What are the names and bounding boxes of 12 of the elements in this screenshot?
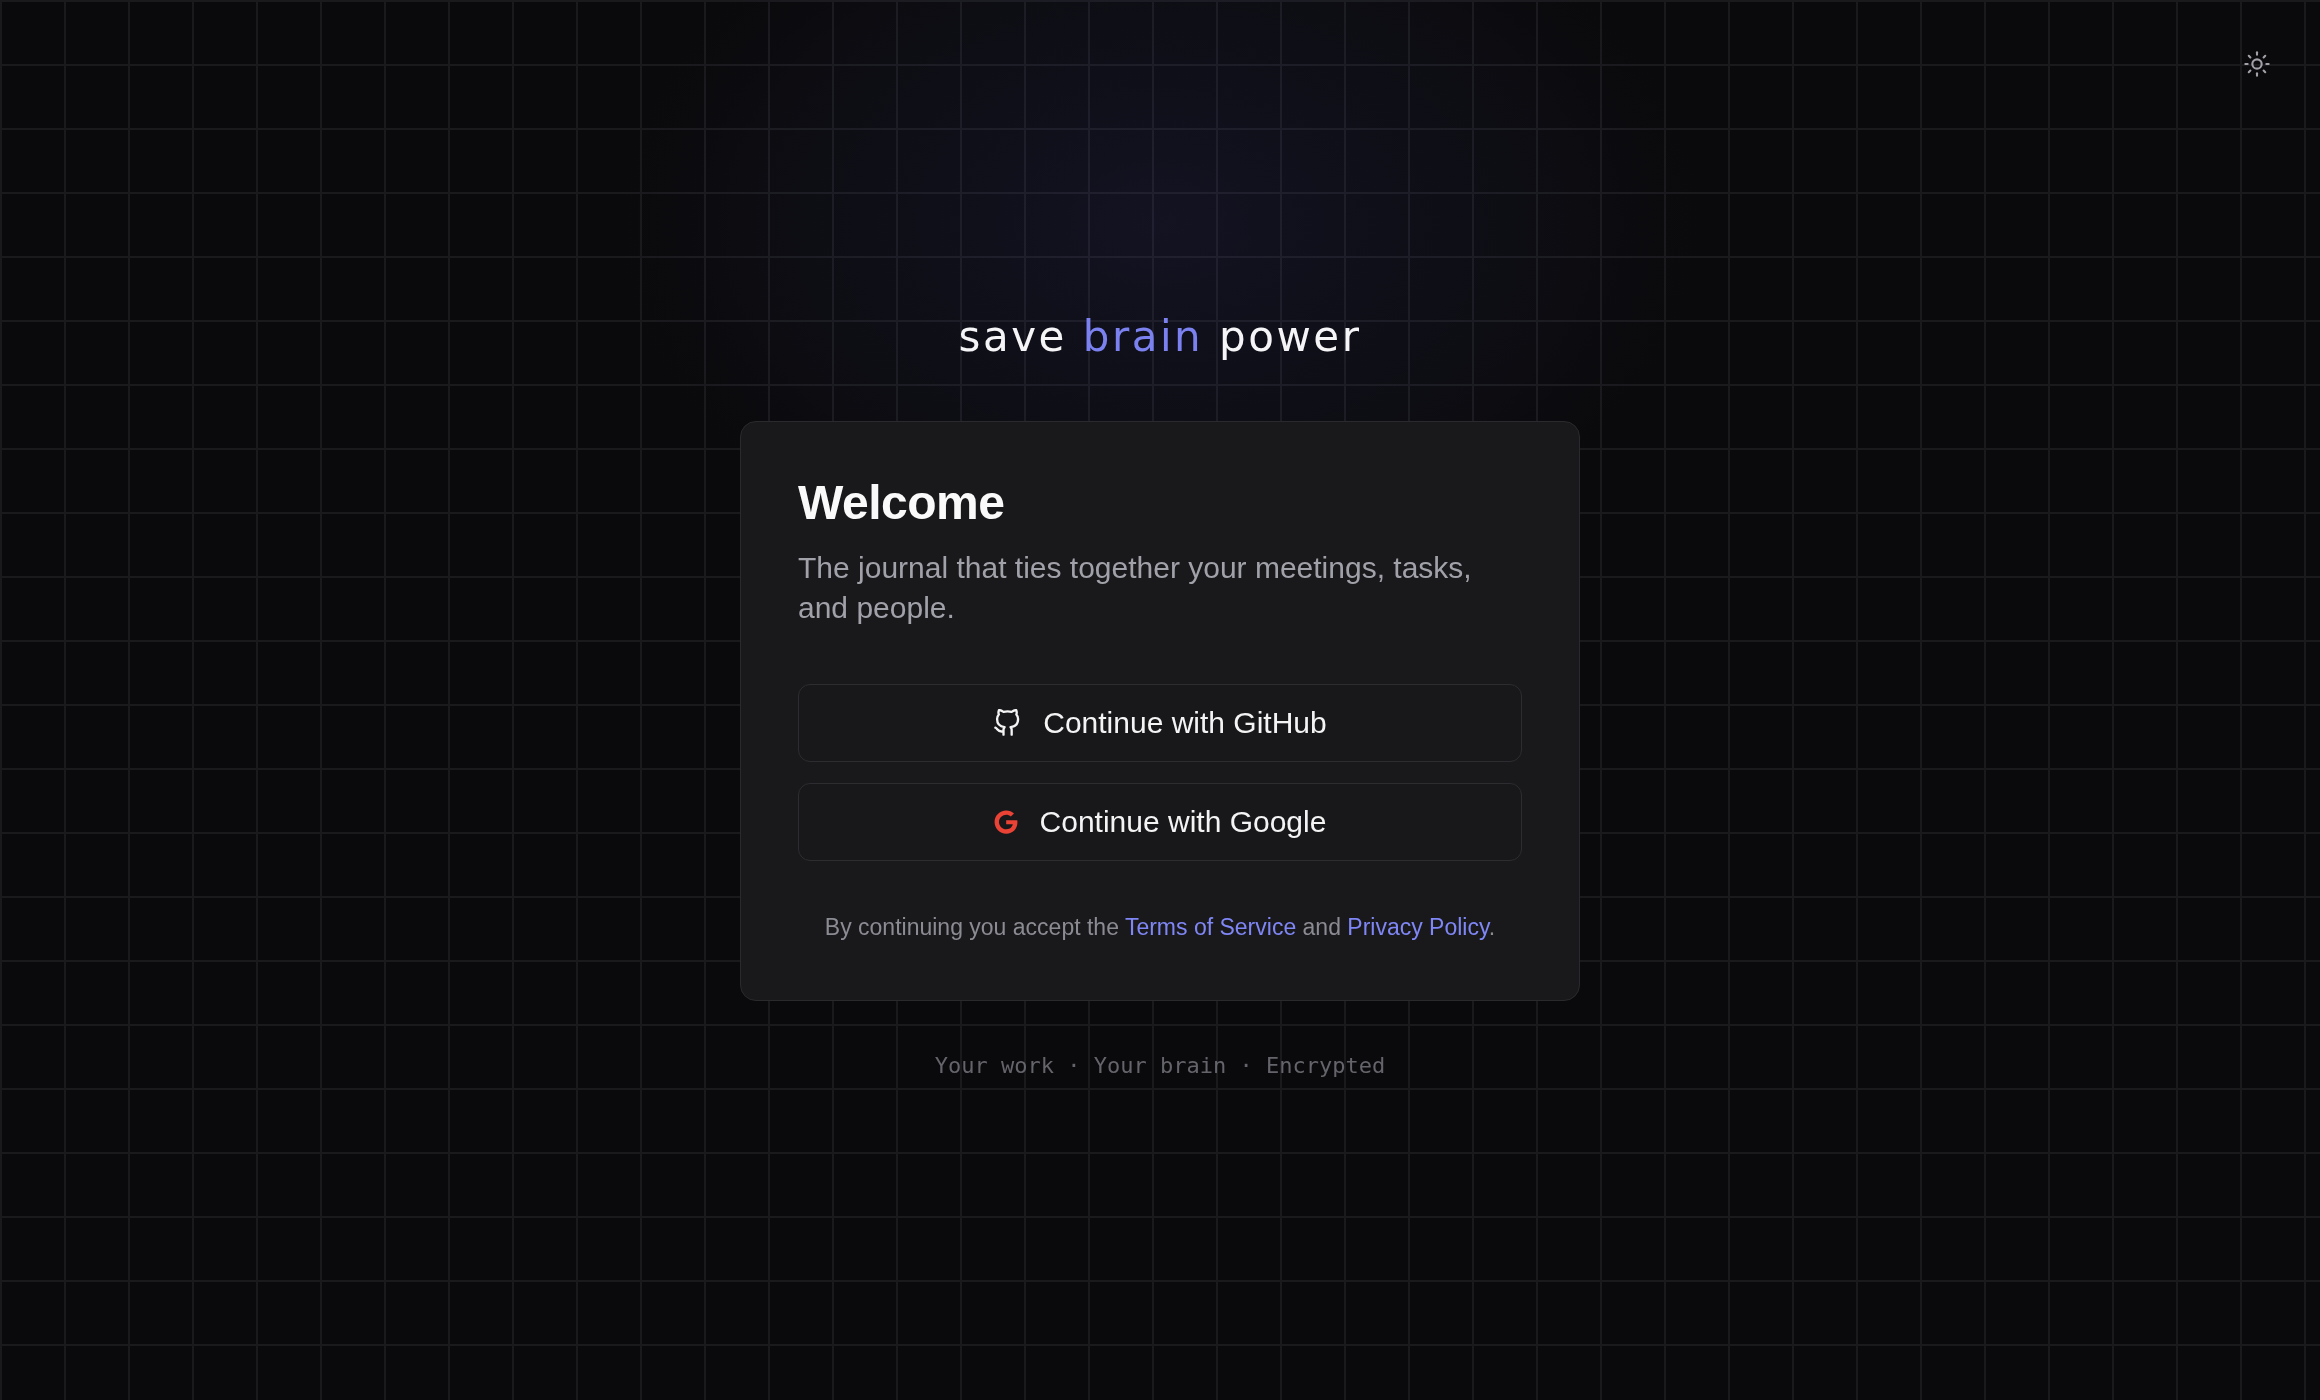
google-sign-in-button[interactable]: Continue with Google	[798, 783, 1522, 861]
github-icon	[993, 709, 1022, 737]
legal-link[interactable]: Privacy Policy	[1347, 914, 1489, 940]
google-icon	[993, 810, 1018, 834]
legal-link[interactable]: Terms of Service	[1124, 914, 1297, 940]
legal-notice-text: By continuing you accept the Terms of Service and Privacy Policy.	[823, 913, 1497, 942]
card-title: Welcome	[798, 475, 1006, 531]
card-subtitle: The journal that ties together your meetings, tasks, and people.	[798, 550, 1473, 626]
sun-icon[interactable]	[2243, 50, 2271, 78]
logo-wordmark: save brain power	[958, 313, 1362, 361]
footer-tagline: Your work · Your brain · Encrypted	[934, 1052, 1386, 1080]
github-sign-in-button[interactable]: Continue with GitHub	[798, 684, 1522, 762]
